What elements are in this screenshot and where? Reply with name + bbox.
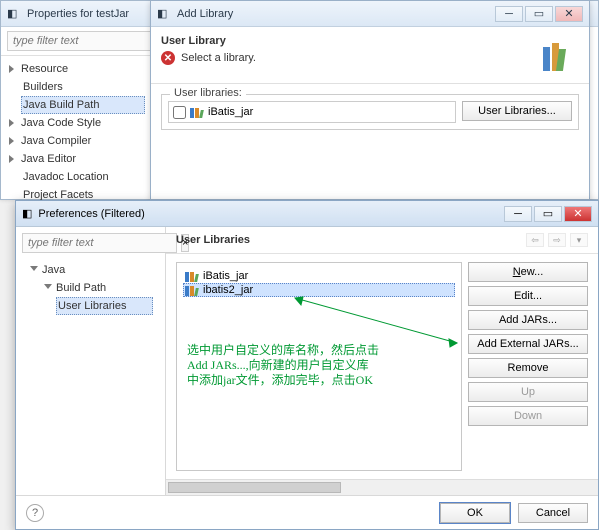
remove-button[interactable]: Remove (468, 358, 588, 378)
tree-item-java-code-style[interactable]: Java Code Style (7, 114, 145, 132)
collapse-icon[interactable] (30, 266, 39, 275)
user-libraries-button[interactable]: User Libraries... (462, 101, 572, 121)
books-icon (185, 284, 199, 296)
add-library-window: ◧ Add Library ─ ▭ ✕ User Library ✕ Selec… (150, 0, 590, 200)
tree-item-java-build-path[interactable]: Java Build Path (21, 96, 145, 114)
close-button[interactable]: ✕ (564, 206, 592, 222)
nav-arrows: ⇦ ⇨ ▾ (526, 233, 588, 247)
books-icon (190, 106, 204, 118)
filter-input[interactable] (7, 31, 162, 51)
preferences-body: × Java Build Path User Libraries User Li… (16, 227, 598, 495)
tree-item-builders[interactable]: Builders (21, 78, 145, 96)
filter-input[interactable] (22, 233, 177, 253)
preferences-tree: Java Build Path User Libraries (22, 257, 159, 319)
expand-icon[interactable] (9, 119, 18, 128)
library-label: iBatis_jar (203, 270, 248, 282)
add-jars-button[interactable]: Add JARs... (468, 310, 588, 330)
button-column: NNew...ew... Edit... Add JARs... Add Ext… (468, 262, 588, 471)
ok-button[interactable]: OK (440, 503, 510, 523)
help-button[interactable]: ? (26, 504, 44, 522)
edit-button[interactable]: Edit... (468, 286, 588, 306)
content-body: iBatis_jar ibatis2_jar 选中用户自定义的库名称，然后点击 … (166, 254, 598, 479)
tree-item-resource[interactable]: Resource (7, 60, 145, 78)
library-checkbox[interactable] (173, 106, 186, 119)
header-message: Select a library. (181, 52, 256, 64)
library-item[interactable]: iBatis_jar (183, 269, 455, 283)
preferences-content: User Libraries ⇦ ⇨ ▾ iBatis_jar ibatis2_… (166, 227, 598, 495)
eclipse-icon: ◧ (157, 7, 171, 21)
horizontal-scrollbar[interactable] (166, 479, 598, 495)
eclipse-icon: ◧ (7, 7, 21, 21)
preferences-footer: ? OK Cancel (16, 495, 598, 529)
eclipse-icon: ◧ (22, 207, 32, 220)
expand-icon[interactable] (9, 155, 18, 164)
addlib-header: User Library ✕ Select a library. (151, 27, 589, 84)
filter-row: × (1, 27, 151, 56)
group-label: User libraries: (170, 87, 246, 99)
cancel-button[interactable]: Cancel (518, 503, 588, 523)
tree-item-java[interactable]: Java (28, 261, 153, 279)
preferences-titlebar[interactable]: ◧ Preferences (Filtered) ─ ▭ ✕ (16, 201, 598, 227)
minimize-button[interactable]: ─ (495, 6, 523, 22)
down-button[interactable]: Down (468, 406, 588, 426)
addlib-titlebar[interactable]: ◧ Add Library ─ ▭ ✕ (151, 1, 589, 27)
properties-title: Properties for testJar (27, 8, 129, 20)
new-button[interactable]: NNew...ew... (468, 262, 588, 282)
nav-menu-button[interactable]: ▾ (570, 233, 588, 247)
library-label: ibatis2_jar (203, 284, 253, 296)
nav-back-button[interactable]: ⇦ (526, 233, 544, 247)
nav-forward-button[interactable]: ⇨ (548, 233, 566, 247)
user-libraries-group: User libraries: iBatis_jar User Librarie… (161, 94, 579, 130)
addlib-body: User libraries: iBatis_jar User Librarie… (151, 84, 589, 136)
addlib-title: Add Library (177, 8, 233, 20)
library-item-selected[interactable]: ibatis2_jar (183, 283, 455, 297)
library-item-label: iBatis_jar (208, 106, 253, 118)
annotation-text: 选中用户自定义的库名称，然后点击 Add JARs...,向新建的用户自定义库 … (187, 343, 379, 388)
preferences-title: Preferences (Filtered) (38, 208, 144, 220)
scroll-thumb[interactable] (168, 482, 341, 493)
library-checklist[interactable]: iBatis_jar (168, 101, 456, 123)
preferences-window: ◧ Preferences (Filtered) ─ ▭ ✕ × Java Bu… (15, 200, 599, 530)
maximize-button[interactable]: ▭ (525, 6, 553, 22)
preferences-sidebar: × Java Build Path User Libraries (16, 227, 166, 495)
close-button[interactable]: ✕ (555, 6, 583, 22)
expand-icon[interactable] (9, 65, 18, 74)
minimize-button[interactable]: ─ (504, 206, 532, 222)
tree-item-java-editor[interactable]: Java Editor (7, 150, 145, 168)
window-buttons: ─ ▭ ✕ (495, 6, 583, 22)
up-button[interactable]: Up (468, 382, 588, 402)
expand-icon[interactable] (9, 137, 18, 146)
add-external-jars-button[interactable]: Add External JARs... (468, 334, 588, 354)
library-icon (539, 35, 579, 75)
books-icon (185, 270, 199, 282)
library-list[interactable]: iBatis_jar ibatis2_jar 选中用户自定义的库名称，然后点击 … (176, 262, 462, 471)
content-header: User Libraries ⇦ ⇨ ▾ (166, 227, 598, 254)
window-buttons: ─ ▭ ✕ (504, 206, 592, 222)
tree-item-java-compiler[interactable]: Java Compiler (7, 132, 145, 150)
section-title: User Libraries (176, 234, 250, 246)
properties-tree: Resource Builders Java Build Path Java C… (1, 56, 151, 208)
header-title: User Library (161, 35, 256, 47)
tree-item-user-libraries[interactable]: User Libraries (56, 297, 153, 315)
error-icon: ✕ (161, 51, 175, 65)
collapse-icon[interactable] (44, 284, 53, 293)
tree-item-build-path[interactable]: Build Path (42, 279, 153, 297)
tree-item-javadoc-location[interactable]: Javadoc Location (21, 168, 145, 186)
maximize-button[interactable]: ▭ (534, 206, 562, 222)
